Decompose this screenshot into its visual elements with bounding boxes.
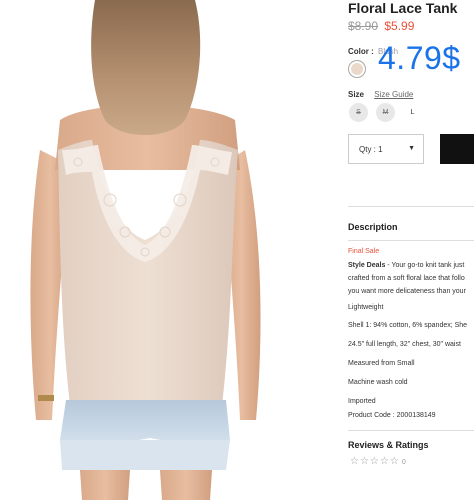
chevron-down-icon: ▼ <box>408 145 415 152</box>
rating-stars[interactable]: ☆☆☆☆☆ 0 <box>350 456 406 467</box>
style-deals-label: Style Deals <box>348 262 386 269</box>
style-deals-text: - Your go-to knit tank just <box>385 262 465 269</box>
reviews-heading[interactable]: Reviews & Ratings <box>348 440 429 450</box>
size-option-l[interactable]: L <box>403 103 422 122</box>
detail-measurements: 24.5" full length, 32" chest, 30" waist <box>348 341 461 348</box>
final-sale-label: Final Sale <box>348 248 380 255</box>
quantity-value: Qty : 1 <box>359 145 383 154</box>
size-row: Size Size Guide <box>348 90 413 99</box>
sale-price: $5.99 <box>384 19 415 33</box>
product-image[interactable] <box>0 0 300 500</box>
quantity-select[interactable]: Qty : 1 ▼ <box>348 134 424 164</box>
divider <box>348 206 474 207</box>
original-price: $8.90 <box>348 19 379 33</box>
size-option-s[interactable]: S <box>349 103 368 122</box>
divider <box>348 430 474 431</box>
description-line: crafted from a soft floral lace that fol… <box>348 275 465 282</box>
size-guide-link[interactable]: Size Guide <box>374 90 413 99</box>
product-title: Floral Lace Tank <box>348 0 458 16</box>
divider <box>348 240 474 241</box>
price-block: $8.90 $5.99 <box>348 19 414 33</box>
size-option-m[interactable]: M <box>376 103 395 122</box>
size-label: Size <box>348 90 365 99</box>
detail-care: Machine wash cold <box>348 379 408 386</box>
description-line: Style Deals - Your go-to knit tank just <box>348 262 464 269</box>
detail-content: Shell 1: 94% cotton, 6% spandex; She <box>348 322 468 329</box>
review-count: 0 <box>401 459 406 466</box>
product-photo-illustration <box>30 0 261 500</box>
description-line: you want more delicateness than your <box>348 288 466 295</box>
product-code: Product Code : 2000138149 <box>348 412 436 419</box>
description-heading[interactable]: Description <box>348 222 398 232</box>
color-swatch-blush[interactable] <box>348 60 366 78</box>
star-icons: ☆☆☆☆☆ <box>350 456 400 467</box>
detail-origin: Imported <box>348 398 376 405</box>
color-label: Color : <box>348 47 374 56</box>
overlay-price: 4.79$ <box>378 40 461 76</box>
detail-measured-from: Measured from Small <box>348 360 415 367</box>
add-to-bag-button[interactable] <box>440 134 474 164</box>
detail-lightweight: Lightweight <box>348 304 384 311</box>
